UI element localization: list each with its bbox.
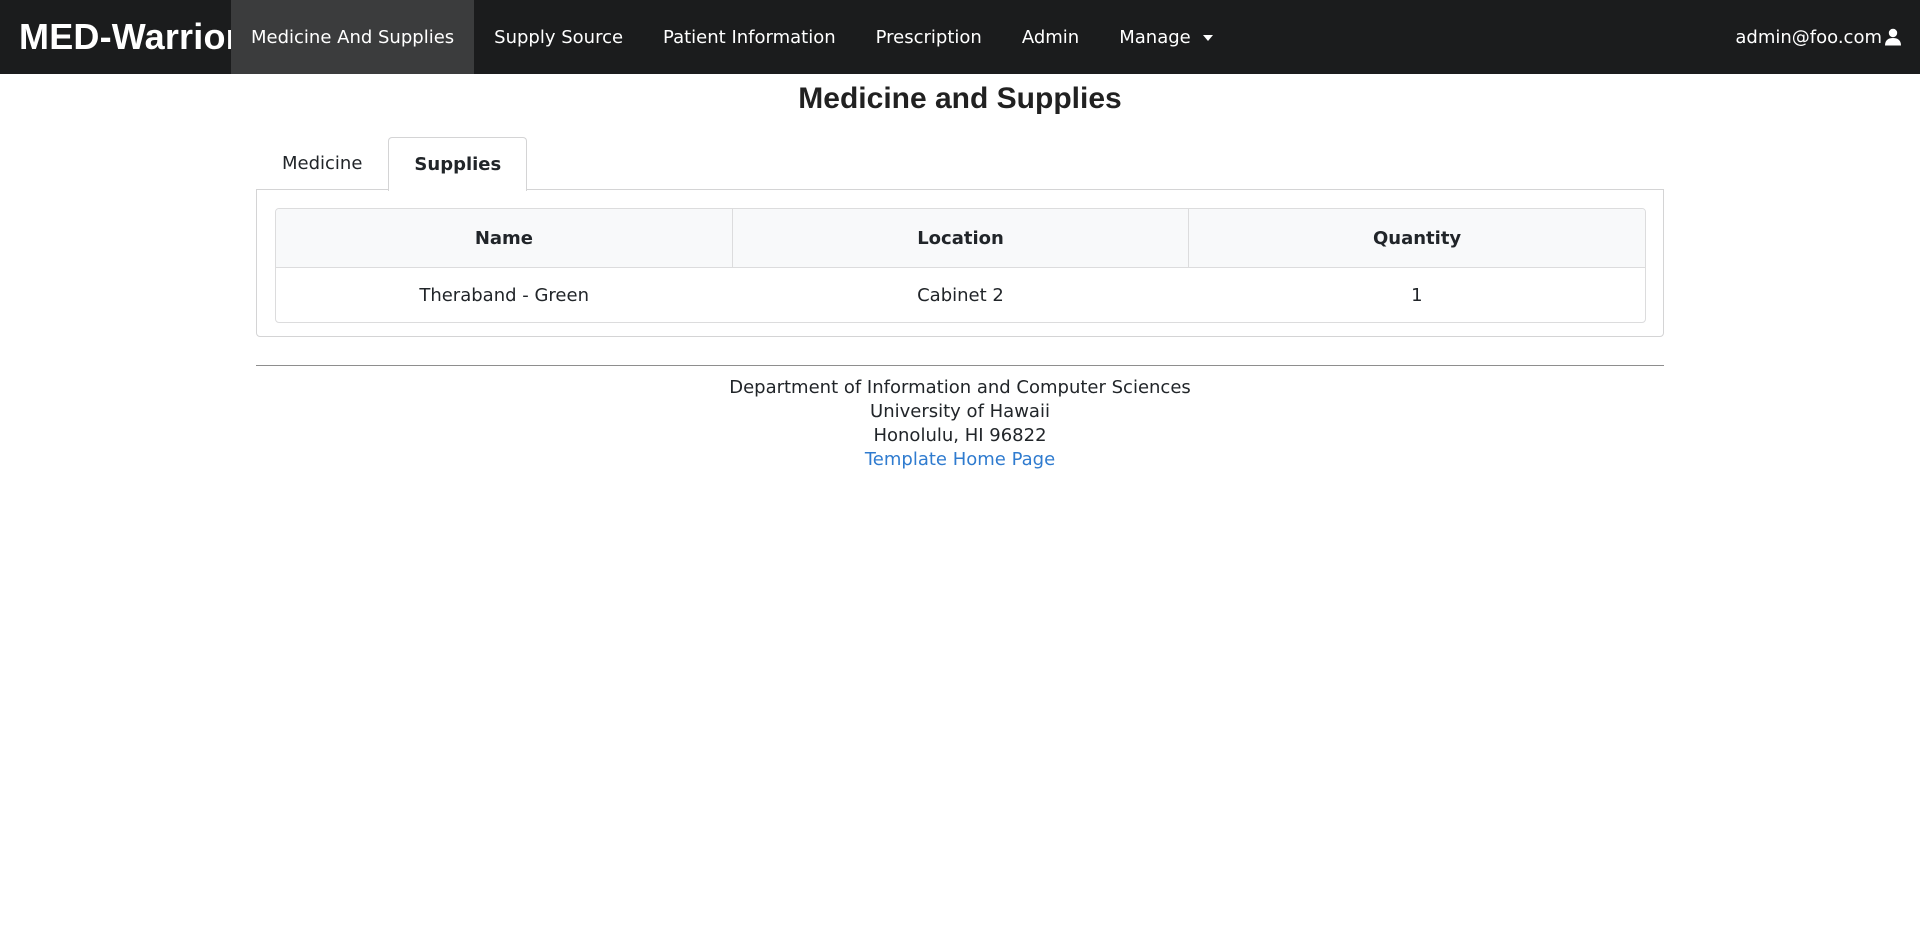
nav-item-label: Admin <box>1021 26 1080 48</box>
cell-quantity: 1 <box>1411 284 1423 306</box>
nav-item-medicine-and-supplies[interactable]: Medicine And Supplies <box>231 0 475 74</box>
nav-menu: Medicine And Supplies Supply Source Pati… <box>231 0 1233 74</box>
tab-supplies[interactable]: Supplies <box>388 137 528 191</box>
page-title: Medicine and Supplies <box>798 82 1122 115</box>
supplies-table-container: Name Location Quantity Theraband - Green… <box>275 208 1646 323</box>
table-header-row: Name Location Quantity <box>276 209 1645 268</box>
cell-location: Cabinet 2 <box>917 284 1004 306</box>
caret-down-icon <box>1202 35 1213 41</box>
user-icon <box>1885 28 1901 46</box>
supplies-table: Name Location Quantity Theraband - Green… <box>276 209 1645 322</box>
supplies-tab-panel: Name Location Quantity Theraband - Green… <box>256 189 1664 337</box>
nav-item-label: Patient Information <box>663 26 836 48</box>
column-header-location: Location <box>731 209 1189 268</box>
footer-address: Honolulu, HI 96822 <box>873 425 1047 446</box>
column-header-quantity: Quantity <box>1188 209 1645 268</box>
nav-item-label: Manage <box>1119 26 1191 48</box>
nav-item-patient-information[interactable]: Patient Information <box>643 0 856 74</box>
footer-department: Department of Information and Computer S… <box>729 377 1191 398</box>
tab-label: Medicine <box>282 153 363 174</box>
user-email: admin@foo.com <box>1735 26 1882 48</box>
nav-item-prescription[interactable]: Prescription <box>856 0 1002 74</box>
nav-item-supply-source[interactable]: Supply Source <box>474 0 643 74</box>
footer-university: University of Hawaii <box>870 401 1050 422</box>
tab-label: Supplies <box>414 154 502 175</box>
cell-name: Theraband - Green <box>419 284 589 306</box>
nav-item-label: Prescription <box>875 26 982 48</box>
brand-logo[interactable]: MED-Warriors <box>0 0 260 74</box>
template-home-page-link[interactable]: Template Home Page <box>865 449 1055 470</box>
nav-item-admin[interactable]: Admin <box>1002 0 1099 74</box>
footer-divider <box>256 365 1664 366</box>
user-menu[interactable]: admin@foo.com <box>1735 0 1920 74</box>
top-navbar: MED-Warriors Medicine And Supplies Suppl… <box>0 0 1920 74</box>
table-row: Theraband - Green Cabinet 2 1 <box>276 268 1645 323</box>
nav-item-label: Medicine And Supplies <box>251 26 455 48</box>
column-header-name: Name <box>276 209 733 268</box>
nav-item-label: Supply Source <box>494 26 624 48</box>
nav-item-manage-dropdown[interactable]: Manage <box>1099 0 1233 74</box>
tab-medicine[interactable]: Medicine <box>256 137 388 190</box>
footer: Department of Information and Computer S… <box>0 376 1920 472</box>
tab-bar: Medicine Supplies <box>256 137 528 191</box>
